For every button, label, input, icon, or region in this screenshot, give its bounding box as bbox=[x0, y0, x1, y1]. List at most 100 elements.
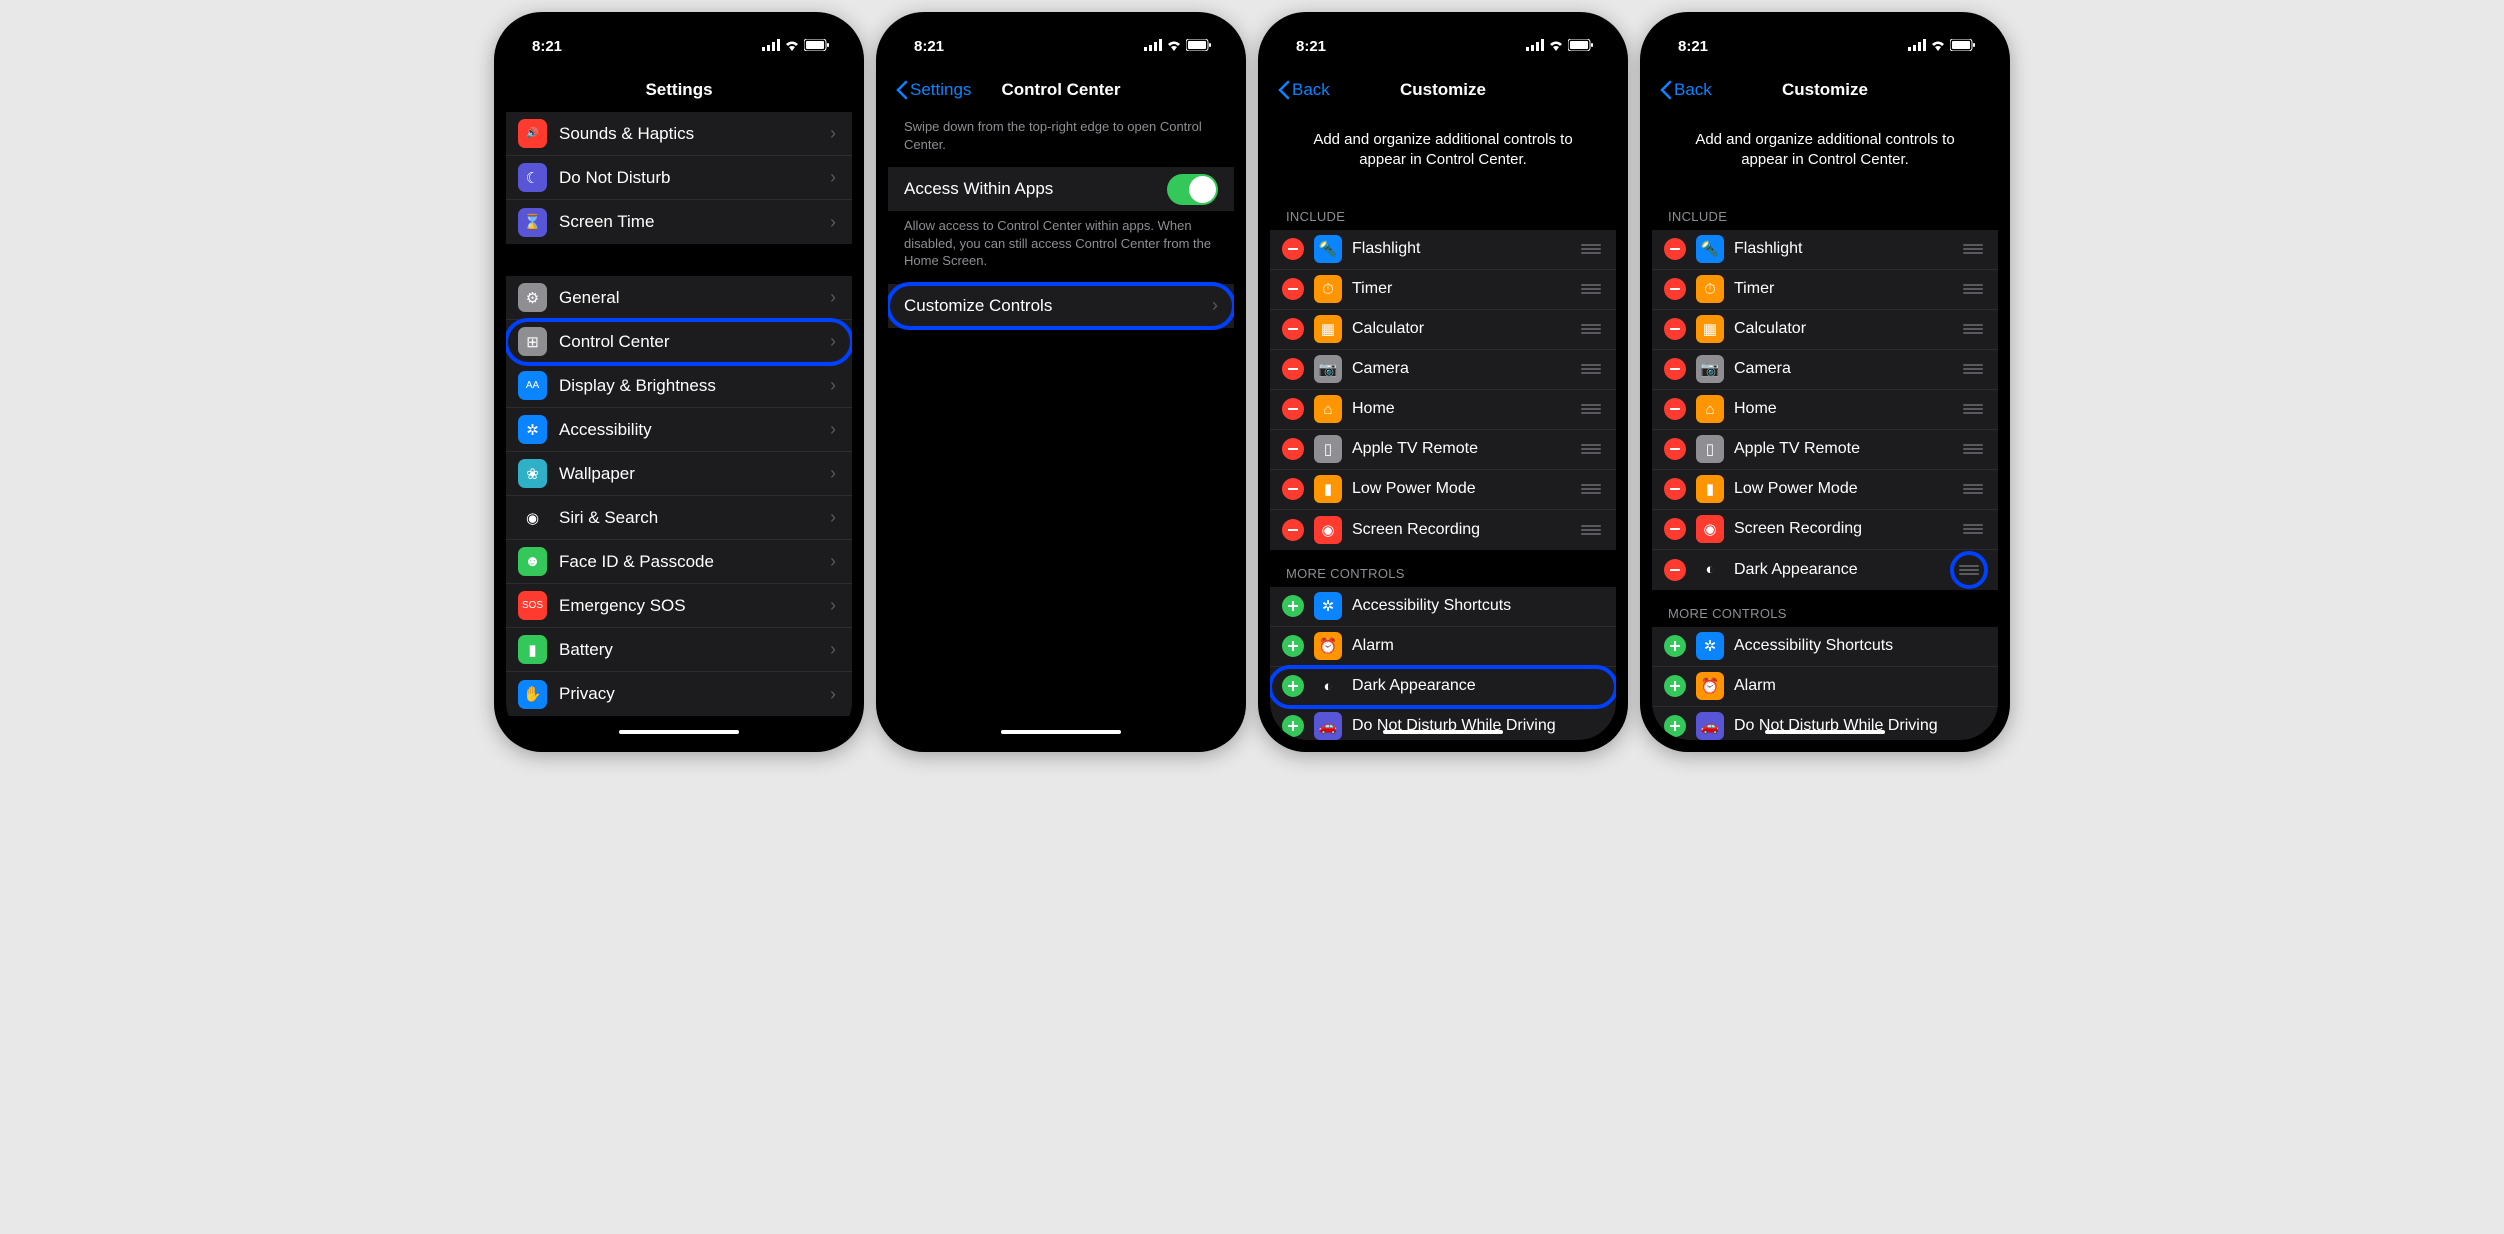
control-row[interactable]: ▯Apple TV Remote bbox=[1652, 430, 1998, 470]
back-button[interactable]: Settings bbox=[896, 80, 971, 100]
row-label: Calculator bbox=[1734, 320, 1962, 338]
settings-row[interactable]: ◉Siri & Search› bbox=[506, 496, 852, 540]
control-row[interactable]: 🔦Flashlight bbox=[1652, 230, 1998, 270]
remove-button[interactable] bbox=[1282, 519, 1304, 541]
drag-handle-icon[interactable] bbox=[1962, 404, 1984, 414]
row-label: Dark Appearance bbox=[1734, 561, 1954, 579]
drag-handle-icon[interactable] bbox=[1580, 284, 1602, 294]
remove-button[interactable] bbox=[1282, 478, 1304, 500]
remove-button[interactable] bbox=[1282, 438, 1304, 460]
settings-row[interactable]: AADisplay & Brightness› bbox=[506, 364, 852, 408]
remove-button[interactable] bbox=[1282, 278, 1304, 300]
drag-handle-icon[interactable] bbox=[1962, 244, 1984, 254]
control-row[interactable]: ⏱Timer bbox=[1652, 270, 1998, 310]
add-button[interactable] bbox=[1664, 715, 1686, 737]
settings-row[interactable]: SOSEmergency SOS› bbox=[506, 584, 852, 628]
drag-handle-icon[interactable] bbox=[1580, 364, 1602, 374]
control-row[interactable]: ✲Accessibility Shortcuts bbox=[1652, 627, 1998, 667]
remove-button[interactable] bbox=[1664, 358, 1686, 380]
settings-row[interactable]: ☾Do Not Disturb› bbox=[506, 156, 852, 200]
control-row[interactable]: ◉Screen Recording bbox=[1270, 510, 1616, 550]
control-row[interactable]: 📷Camera bbox=[1652, 350, 1998, 390]
drag-handle-icon[interactable] bbox=[1580, 324, 1602, 334]
add-button[interactable] bbox=[1282, 715, 1304, 737]
control-row[interactable]: ✲Accessibility Shortcuts bbox=[1270, 587, 1616, 627]
drag-handle-icon[interactable] bbox=[1962, 324, 1984, 334]
remove-button[interactable] bbox=[1664, 559, 1686, 581]
drag-handle-icon[interactable] bbox=[1580, 244, 1602, 254]
drag-handle-icon[interactable] bbox=[1962, 484, 1984, 494]
add-button[interactable] bbox=[1282, 635, 1304, 657]
add-button[interactable] bbox=[1664, 675, 1686, 697]
home-indicator[interactable] bbox=[1383, 730, 1503, 734]
add-button[interactable] bbox=[1282, 675, 1304, 697]
drag-handle-icon[interactable] bbox=[1962, 284, 1984, 294]
chevron-right-icon: › bbox=[830, 639, 836, 660]
control-row[interactable]: ▦Calculator bbox=[1270, 310, 1616, 350]
remove-button[interactable] bbox=[1664, 278, 1686, 300]
settings-row[interactable]: ✋Privacy› bbox=[506, 672, 852, 716]
drag-handle-icon[interactable] bbox=[1962, 524, 1984, 534]
remove-button[interactable] bbox=[1664, 438, 1686, 460]
remove-button[interactable] bbox=[1664, 398, 1686, 420]
drag-handle-icon[interactable] bbox=[1580, 525, 1602, 535]
toggle-switch[interactable] bbox=[1167, 174, 1218, 205]
drag-handle-icon[interactable] bbox=[1580, 404, 1602, 414]
control-row[interactable]: ⏰Alarm bbox=[1270, 627, 1616, 667]
control-row[interactable]: ◉Screen Recording bbox=[1652, 510, 1998, 550]
settings-row[interactable]: ❀Wallpaper› bbox=[506, 452, 852, 496]
control-icon: ⏱ bbox=[1696, 275, 1724, 303]
add-button[interactable] bbox=[1282, 595, 1304, 617]
control-row[interactable]: ⏱Timer bbox=[1270, 270, 1616, 310]
drag-handle-icon[interactable] bbox=[1954, 555, 1984, 585]
settings-list[interactable]: 🔊Sounds & Haptics›☾Do Not Disturb›⌛Scree… bbox=[506, 112, 852, 740]
control-row[interactable]: 📷Camera bbox=[1270, 350, 1616, 390]
control-row[interactable]: 🔦Flashlight bbox=[1270, 230, 1616, 270]
control-row[interactable]: ⏰Alarm bbox=[1652, 667, 1998, 707]
control-row[interactable]: 🚗Do Not Disturb While Driving bbox=[1270, 707, 1616, 741]
settings-row[interactable]: ⊞Control Center› bbox=[506, 320, 852, 364]
settings-row[interactable]: ✲Accessibility› bbox=[506, 408, 852, 452]
control-row[interactable]: ⌂Home bbox=[1652, 390, 1998, 430]
control-row[interactable]: ▮Low Power Mode bbox=[1270, 470, 1616, 510]
control-row[interactable]: ◐Dark Appearance bbox=[1652, 550, 1998, 590]
control-row[interactable]: ▯Apple TV Remote bbox=[1270, 430, 1616, 470]
control-row[interactable]: ▮Low Power Mode bbox=[1652, 470, 1998, 510]
remove-button[interactable] bbox=[1664, 238, 1686, 260]
control-row[interactable]: ▦Calculator bbox=[1652, 310, 1998, 350]
app-icon: ☾ bbox=[518, 163, 547, 192]
back-button[interactable]: Back bbox=[1660, 80, 1712, 100]
remove-button[interactable] bbox=[1282, 238, 1304, 260]
app-icon: ✲ bbox=[518, 415, 547, 444]
chevron-right-icon: › bbox=[830, 123, 836, 144]
customize-controls-row[interactable]: Customize Controls › bbox=[888, 284, 1234, 328]
settings-row[interactable]: ⌛Screen Time› bbox=[506, 200, 852, 244]
drag-handle-icon[interactable] bbox=[1580, 484, 1602, 494]
control-row[interactable]: ⌂Home bbox=[1270, 390, 1616, 430]
drag-handle-icon[interactable] bbox=[1962, 444, 1984, 454]
remove-button[interactable] bbox=[1282, 358, 1304, 380]
drag-handle-icon[interactable] bbox=[1962, 364, 1984, 374]
chevron-right-icon: › bbox=[830, 212, 836, 233]
remove-button[interactable] bbox=[1664, 478, 1686, 500]
drag-handle-icon[interactable] bbox=[1580, 444, 1602, 454]
control-row[interactable]: 🚗Do Not Disturb While Driving bbox=[1652, 707, 1998, 741]
back-button[interactable]: Back bbox=[1278, 80, 1330, 100]
remove-button[interactable] bbox=[1282, 398, 1304, 420]
remove-button[interactable] bbox=[1664, 318, 1686, 340]
home-indicator[interactable] bbox=[1765, 730, 1885, 734]
add-button[interactable] bbox=[1664, 635, 1686, 657]
settings-row[interactable]: 🔊Sounds & Haptics› bbox=[506, 112, 852, 156]
row-label: Screen Recording bbox=[1734, 520, 1962, 538]
settings-row[interactable]: ☻Face ID & Passcode› bbox=[506, 540, 852, 584]
home-indicator[interactable] bbox=[619, 730, 739, 734]
remove-button[interactable] bbox=[1664, 518, 1686, 540]
section-description: Allow access to Control Center within ap… bbox=[888, 211, 1234, 284]
remove-button[interactable] bbox=[1282, 318, 1304, 340]
settings-row[interactable]: ▮Battery› bbox=[506, 628, 852, 672]
settings-row[interactable]: ⚙General› bbox=[506, 276, 852, 320]
control-icon: ⏱ bbox=[1314, 275, 1342, 303]
control-row[interactable]: ◐Dark Appearance bbox=[1270, 667, 1616, 707]
home-indicator[interactable] bbox=[1001, 730, 1121, 734]
access-within-apps-row[interactable]: Access Within Apps bbox=[888, 167, 1234, 211]
